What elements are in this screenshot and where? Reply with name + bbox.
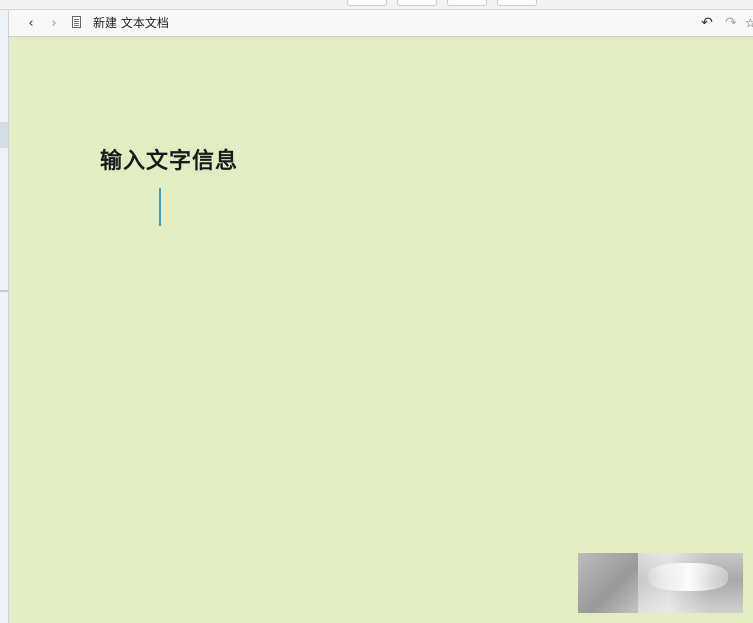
editor-toolbar: ‹ › 新建 文本文档 ↶ ↷ ☆	[9, 10, 753, 37]
back-button[interactable]: ‹	[23, 14, 39, 32]
top-tab[interactable]	[447, 0, 487, 6]
top-tab[interactable]	[497, 0, 537, 6]
text-editor-area[interactable]: 输入文字信息	[9, 37, 753, 623]
document-icon	[72, 16, 81, 28]
text-caret	[159, 188, 161, 226]
forward-button[interactable]: ›	[46, 14, 62, 32]
star-icon: ☆	[745, 16, 753, 30]
redo-icon: ↷	[725, 15, 737, 31]
chevron-left-icon: ‹	[28, 15, 34, 31]
undo-button[interactable]: ↶	[699, 14, 715, 32]
window-top-strip	[0, 0, 753, 10]
rail-divider	[0, 290, 8, 292]
top-tab[interactable]	[347, 0, 387, 6]
blurred-thumbnail-image	[578, 553, 743, 613]
chevron-right-icon: ›	[51, 15, 57, 31]
left-sidebar-rail	[0, 10, 9, 623]
redo-button[interactable]: ↷	[723, 14, 739, 32]
undo-icon: ↶	[701, 15, 713, 31]
document-title: 新建 文本文档	[93, 16, 169, 30]
more-button[interactable]: ☆	[745, 14, 753, 32]
editor-content[interactable]: 输入文字信息	[100, 143, 238, 175]
top-tab[interactable]	[397, 0, 437, 6]
rail-highlight	[0, 122, 8, 148]
